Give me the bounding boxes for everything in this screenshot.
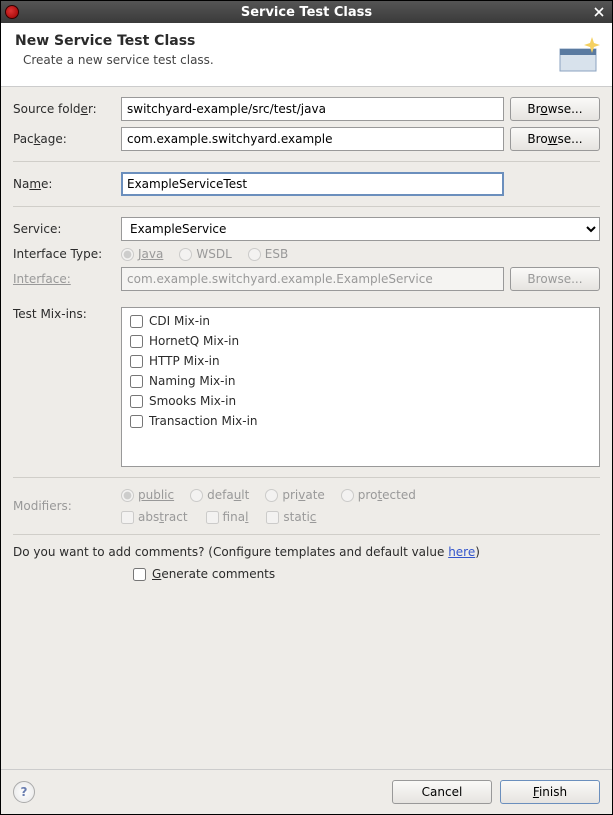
browse-interface-button: Browse... (510, 267, 600, 291)
configure-here-link[interactable]: here (448, 545, 475, 559)
separator (13, 477, 600, 478)
name-input[interactable] (121, 172, 504, 196)
modifier-private: private (265, 488, 324, 502)
interface-type-label: Interface Type: (13, 247, 115, 261)
modifiers-label: Modifiers: (13, 499, 115, 513)
dialog-content: Source folder: Browse... Package: Browse… (1, 87, 612, 769)
generate-comments-label: Generate comments (152, 567, 275, 581)
header-subtitle: Create a new service test class. (23, 53, 598, 67)
modifier-visibility-group: public default private protected (121, 488, 600, 502)
modifier-default: default (190, 488, 249, 502)
service-select[interactable]: ExampleService (121, 217, 600, 241)
dialog-window: Service Test Class New Service Test Clas… (0, 0, 613, 815)
separator (13, 534, 600, 535)
mixin-item[interactable]: HTTP Mix-in (130, 354, 591, 368)
browse-source-button[interactable]: Browse... (510, 97, 600, 121)
separator (13, 161, 600, 162)
header-title: New Service Test Class (15, 33, 598, 49)
modifier-abstract: abstract (121, 510, 188, 524)
modifier-flags-group: abstract final static (121, 510, 600, 524)
modifier-static: static (266, 510, 316, 524)
package-label: Package: (13, 132, 115, 146)
close-icon[interactable] (590, 3, 608, 21)
separator (13, 206, 600, 207)
dialog-header: New Service Test Class Create a new serv… (1, 23, 612, 87)
interface-type-group: Java WSDL ESB (121, 247, 288, 261)
interface-type-esb: ESB (248, 247, 288, 261)
interface-type-wsdl: WSDL (179, 247, 231, 261)
mixin-item[interactable]: HornetQ Mix-in (130, 334, 591, 348)
source-folder-input[interactable] (121, 97, 504, 121)
modifier-protected: protected (341, 488, 416, 502)
generate-comments-checkbox[interactable] (133, 568, 146, 581)
app-icon (5, 5, 19, 19)
wizard-icon (554, 33, 600, 79)
mixin-item[interactable]: CDI Mix-in (130, 314, 591, 328)
finish-button[interactable]: Finish (500, 780, 600, 804)
package-input[interactable] (121, 127, 504, 151)
service-label: Service: (13, 222, 115, 236)
cancel-button[interactable]: Cancel (392, 780, 492, 804)
interface-type-java: Java (121, 247, 163, 261)
name-label: Name: (13, 177, 115, 191)
comments-text: Do you want to add comments? (Configure … (13, 545, 600, 559)
mixin-item[interactable]: Transaction Mix-in (130, 414, 591, 428)
interface-input (121, 267, 504, 291)
mixin-item[interactable]: Smooks Mix-in (130, 394, 591, 408)
modifier-final: final (206, 510, 249, 524)
interface-label: Interface: (13, 272, 115, 286)
browse-package-button[interactable]: Browse... (510, 127, 600, 151)
source-folder-label: Source folder: (13, 102, 115, 116)
help-icon[interactable]: ? (13, 781, 35, 803)
mixins-label: Test Mix-ins: (13, 307, 115, 321)
modifier-public: public (121, 488, 174, 502)
titlebar[interactable]: Service Test Class (1, 1, 612, 23)
mixin-item[interactable]: Naming Mix-in (130, 374, 591, 388)
dialog-footer: ? Cancel Finish (1, 769, 612, 814)
window-title: Service Test Class (23, 5, 590, 20)
mixins-list[interactable]: CDI Mix-in HornetQ Mix-in HTTP Mix-in Na… (121, 307, 600, 467)
